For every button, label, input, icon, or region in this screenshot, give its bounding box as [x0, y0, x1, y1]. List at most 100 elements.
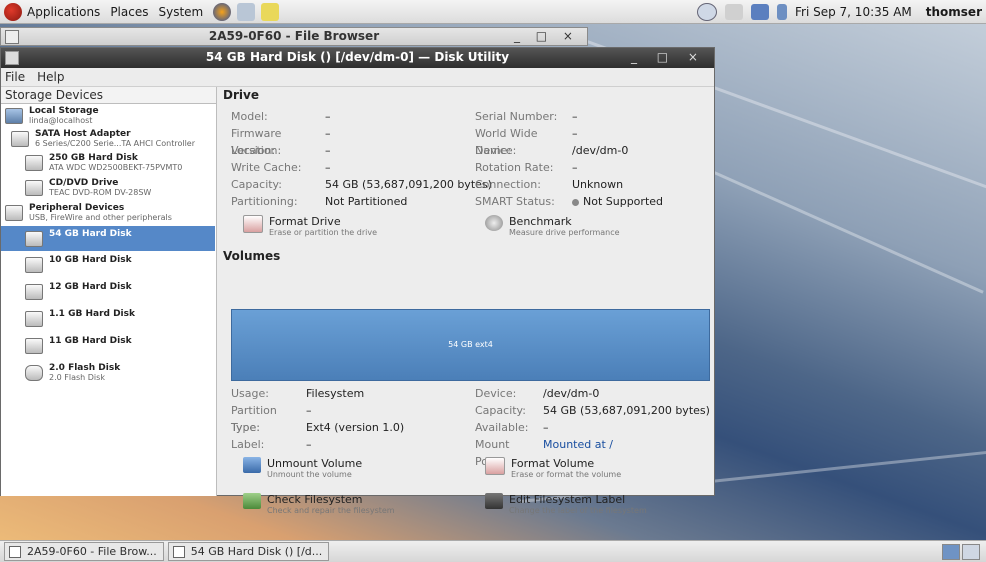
firefox-launcher-icon[interactable]: [213, 2, 232, 21]
hard-disk-icon: [25, 311, 43, 327]
eject-icon: [243, 457, 261, 473]
volume-capacity: Capacity: 54 GB (53,687,091,200 bytes): [475, 402, 710, 419]
update-icon[interactable]: [697, 3, 717, 21]
benchmark-button[interactable]: Benchmark Measure drive performance: [485, 215, 620, 238]
sidebar-item-54gb-disk[interactable]: 54 GB Hard Disk: [1, 226, 215, 251]
sidebar-item-subtitle: 6 Series/C200 Serie...TA AHCI Controller: [35, 139, 195, 148]
notes-launcher-icon[interactable]: [261, 2, 280, 21]
field-value: 54 GB (53,687,091,200 bytes): [543, 404, 710, 417]
menu-help[interactable]: Help: [37, 70, 64, 84]
check-filesystem-button[interactable]: Check Filesystem Check and repair the fil…: [243, 493, 395, 516]
sidebar-item-title: 1.1 GB Hard Disk: [49, 309, 135, 319]
menu-places[interactable]: Places: [110, 5, 148, 19]
volume-available: Available: –: [475, 419, 549, 436]
format-volume-button[interactable]: Format Volume Erase or format the volume: [485, 457, 621, 480]
workspace-switcher: [940, 544, 980, 560]
file-browser-titlebar[interactable]: 2A59-0F60 - File Browser _ □ ×: [0, 27, 588, 46]
volumes-section-title: Volumes: [223, 249, 281, 263]
sidebar-item-title: Local Storage: [29, 106, 99, 116]
drive-serial: Serial Number: –: [475, 108, 578, 125]
sidebar-item-flash-disk[interactable]: 2.0 Flash Disk 2.0 Flash Disk: [1, 363, 215, 383]
drive-device: Device: /dev/dm-0: [475, 142, 628, 159]
sidebar-item-250gb-disk[interactable]: 250 GB Hard Disk ATA WDC WD2500BEKT-75PVM…: [1, 153, 215, 173]
field-value: Filesystem: [306, 387, 365, 400]
system-tray: Fri Sep 7, 10:35 AM thomser: [697, 0, 986, 24]
field-label: Available:: [475, 421, 529, 434]
sidebar-item-peripheral[interactable]: Peripheral Devices USB, FireWire and othe…: [1, 203, 215, 223]
drive-location: Location: –: [231, 142, 331, 159]
sidebar-item-title: 11 GB Hard Disk: [49, 336, 132, 346]
workspace-1[interactable]: [942, 544, 960, 560]
format-drive-icon: [243, 215, 263, 233]
edit-filesystem-label-button[interactable]: Edit Filesystem Label Change the label of…: [485, 493, 647, 516]
menu-system[interactable]: System: [158, 5, 203, 19]
mail-launcher-icon[interactable]: [237, 2, 256, 21]
storage-devices-sidebar: Storage Devices Local Storage linda@local…: [1, 87, 217, 496]
volume-icon[interactable]: [725, 4, 743, 20]
action-label: Benchmark: [509, 215, 572, 228]
field-value: Ext4 (version 1.0): [306, 421, 405, 434]
unmount-volume-button[interactable]: Unmount Volume Unmount the volume: [243, 457, 362, 480]
action-label: Edit Filesystem Label: [509, 493, 626, 506]
workspace-2[interactable]: [962, 544, 980, 560]
window-icon: [172, 545, 185, 558]
task-disk-utility[interactable]: 54 GB Hard Disk () [/d...: [167, 542, 330, 561]
field-value: –: [325, 161, 331, 174]
battery-icon[interactable]: [777, 4, 787, 20]
action-label: Format Drive: [269, 215, 341, 228]
window-menu-icon[interactable]: [5, 30, 19, 44]
status-dot-icon: [572, 198, 579, 206]
field-value: Unknown: [572, 178, 624, 191]
drive-connection: Connection: Unknown: [475, 176, 623, 193]
field-value: Not Partitioned: [325, 195, 408, 208]
sidebar-item-title: 2.0 Flash Disk: [49, 363, 121, 373]
sidebar-item-local-storage[interactable]: Local Storage linda@localhost: [1, 106, 215, 126]
menu-applications[interactable]: Applications: [27, 5, 100, 19]
menu-file[interactable]: File: [5, 70, 25, 84]
field-label: Write Cache:: [231, 161, 302, 174]
hard-disk-icon: [25, 284, 43, 300]
format-drive-button[interactable]: Format Drive Erase or partition the drive: [243, 215, 377, 238]
field-label: Partitioning:: [231, 195, 298, 208]
sidebar-item-title: 12 GB Hard Disk: [49, 282, 132, 292]
sidebar-item-11gb-disk[interactable]: 11 GB Hard Disk: [1, 336, 215, 354]
hard-disk-icon: [25, 257, 43, 273]
field-value: 54 GB (53,687,091,200 bytes): [325, 178, 492, 191]
volume-partition-block[interactable]: 54 GB ext4: [231, 309, 710, 381]
bottom-taskbar: 2A59-0F60 - File Brow... 54 GB Hard Disk…: [0, 540, 986, 562]
action-description: Check and repair the filesystem: [267, 506, 395, 515]
sidebar-item-10gb-disk[interactable]: 10 GB Hard Disk: [1, 255, 215, 273]
field-value: Not Supported: [583, 195, 664, 208]
field-label: Capacity:: [231, 178, 282, 191]
panel-menus: Applications Places System: [4, 2, 285, 21]
disk-utility-titlebar[interactable]: 54 GB Hard Disk () [/dev/dm-0] — Disk Ut…: [1, 48, 714, 68]
window-controls[interactable]: _ □ ×: [631, 48, 706, 67]
sidebar-item-sata-adapter[interactable]: SATA Host Adapter 6 Series/C200 Serie...T…: [1, 129, 215, 149]
sidebar-item-12gb-disk[interactable]: 12 GB Hard Disk: [1, 282, 215, 300]
field-label: Rotation Rate:: [475, 161, 554, 174]
computer-icon: [5, 108, 23, 124]
task-label: 2A59-0F60 - File Brow...: [27, 545, 157, 558]
task-file-browser[interactable]: 2A59-0F60 - File Brow...: [4, 542, 164, 561]
sidebar-item-cd-dvd[interactable]: CD/DVD Drive TEAC DVD-ROM DV-28SW: [1, 178, 215, 198]
task-label: 54 GB Hard Disk () [/d...: [190, 545, 323, 558]
sidebar-item-1-1gb-disk[interactable]: 1.1 GB Hard Disk: [1, 309, 215, 327]
sidebar-item-title: Peripheral Devices: [29, 203, 125, 213]
network-icon[interactable]: [751, 4, 769, 20]
adapter-icon: [11, 131, 29, 147]
field-label: Device:: [475, 387, 517, 400]
usb-icon: [5, 205, 23, 221]
applications-logo-icon[interactable]: [4, 2, 22, 21]
details-pane: Drive Model: – Firmware Version: – Locatio…: [223, 87, 713, 515]
field-value: –: [572, 161, 578, 174]
volume-usage: Usage: Filesystem: [231, 385, 364, 402]
drive-model: Model: –: [231, 108, 331, 125]
window-controls[interactable]: _ □ ×: [514, 28, 579, 45]
window-menu-icon[interactable]: [5, 51, 19, 65]
clock[interactable]: Fri Sep 7, 10:35 AM: [795, 5, 912, 19]
sidebar-item-subtitle: TEAC DVD-ROM DV-28SW: [49, 188, 152, 197]
user-menu[interactable]: thomser: [926, 5, 982, 19]
sidebar-header: Storage Devices: [1, 87, 216, 104]
sidebar-item-title: CD/DVD Drive: [49, 178, 119, 188]
field-value: /dev/dm-0: [572, 144, 629, 157]
